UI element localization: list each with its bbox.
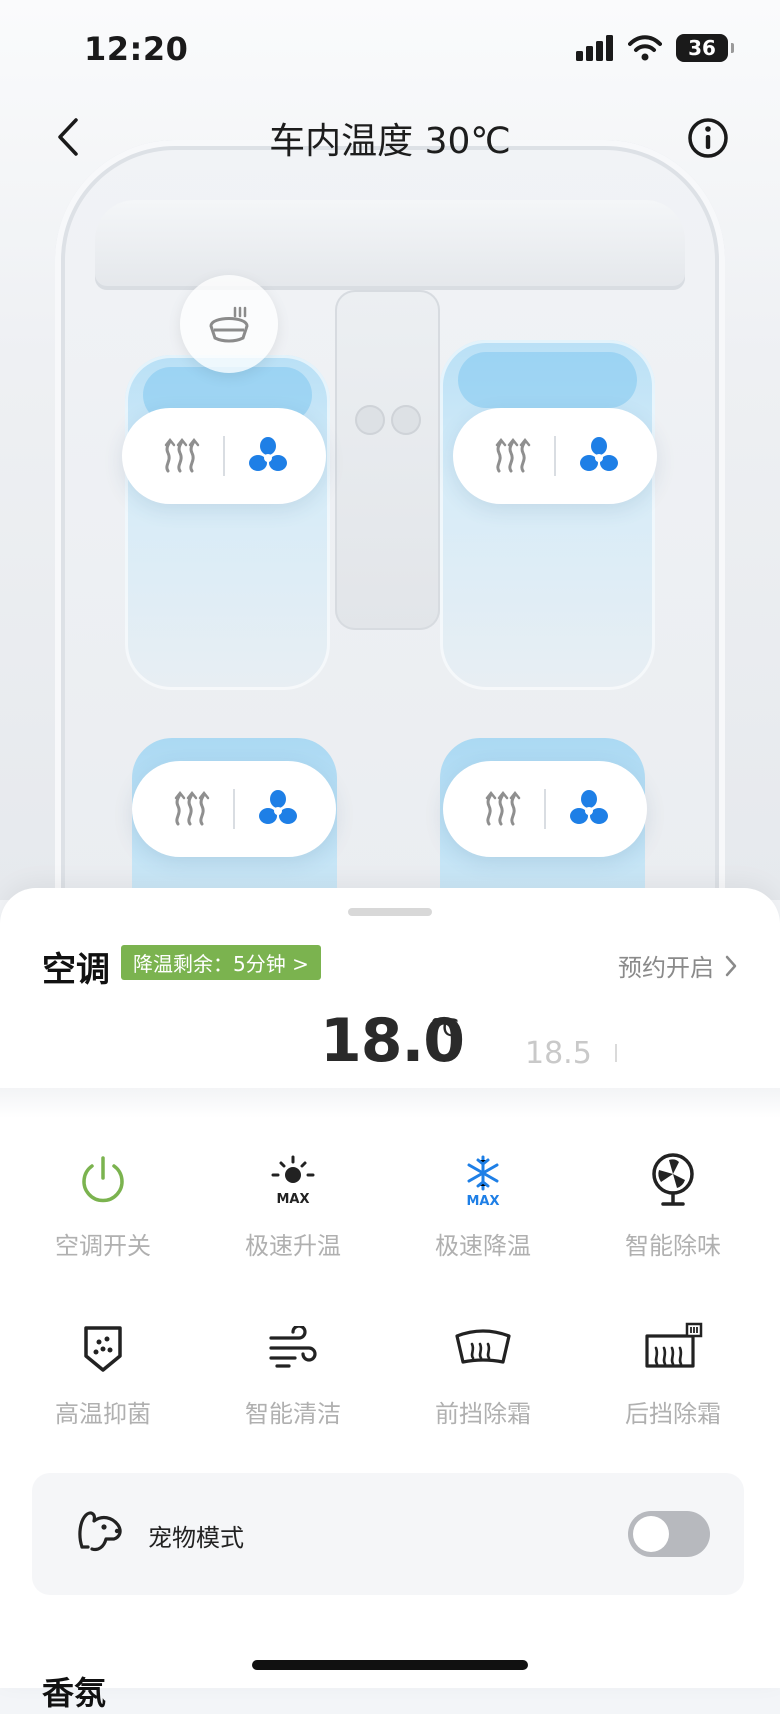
cooling-remaining-badge[interactable]: 降温剩余：5分钟 > <box>121 945 321 980</box>
smart-clean-button[interactable]: 智能清洁 <box>198 1318 388 1429</box>
steering-heat-icon <box>209 306 249 343</box>
seat-heat-icon <box>174 790 210 826</box>
rapid-heat-button[interactable]: MAX 极速升温 <box>198 1150 388 1261</box>
fan-icon <box>570 790 608 824</box>
fan-icon <box>259 790 297 824</box>
pet-mode-card: 宠物模式 <box>32 1473 744 1595</box>
status-time: 12:20 <box>84 30 189 68</box>
control-label: 前挡除霜 <box>435 1400 531 1428</box>
seat-ventilation-button[interactable] <box>225 408 311 504</box>
control-label: 后挡除霜 <box>625 1400 721 1428</box>
fan-deodorize-icon <box>652 1153 694 1206</box>
console-knob <box>391 405 421 435</box>
power-icon <box>82 1156 124 1203</box>
pet-mode-toggle[interactable] <box>628 1511 710 1557</box>
control-label: 智能清洁 <box>245 1400 341 1428</box>
control-label: 极速升温 <box>245 1232 341 1260</box>
shield-dots-icon <box>84 1326 122 1372</box>
climate-control-sheet: 空调 降温剩余：5分钟 > 预约开启 18.0 °C 18.5 空调开关 MAX… <box>0 888 780 1712</box>
ac-section-title: 空调 <box>42 950 110 990</box>
seat-ventilation-button[interactable] <box>556 408 642 504</box>
schedule-start-link[interactable]: 预约开启 <box>618 948 738 983</box>
front-defrost-button[interactable]: 前挡除霜 <box>388 1318 578 1429</box>
sun-max-icon: MAX <box>271 1155 315 1207</box>
info-button[interactable] <box>686 116 730 160</box>
svg-text:MAX: MAX <box>276 1192 309 1207</box>
rear-defrost-icon <box>645 1322 703 1368</box>
seat-heat-button[interactable] <box>458 761 544 857</box>
seat-heat-icon <box>485 790 521 826</box>
schedule-label: 预约开启 <box>618 954 714 982</box>
control-label: 空调开关 <box>55 1232 151 1260</box>
seat-ventilation-button[interactable] <box>235 761 321 857</box>
cooling-remaining-text: 降温剩余：5分钟 > <box>133 952 309 976</box>
seat-heat-button[interactable] <box>147 761 233 857</box>
next-temperature[interactable]: 18.5 <box>525 1036 592 1071</box>
ac-power-button[interactable]: 空调开关 <box>8 1150 198 1261</box>
seat-ventilation-button[interactable] <box>546 761 632 857</box>
wind-icon <box>269 1326 317 1368</box>
battery-level: 36 <box>688 36 716 60</box>
toggle-knob <box>633 1516 669 1552</box>
rear-left-seat-controls <box>132 761 336 857</box>
dog-icon <box>78 1511 122 1552</box>
fan-icon <box>580 437 618 471</box>
wifi-icon <box>628 35 662 61</box>
control-label: 极速降温 <box>435 1232 531 1260</box>
seat-heat-icon <box>164 437 200 473</box>
chevron-right-icon <box>725 955 737 976</box>
control-label: 高温抑菌 <box>55 1400 151 1428</box>
front-left-seat-controls <box>122 408 326 504</box>
control-label: 智能除味 <box>625 1232 721 1260</box>
cellular-signal-icon <box>576 35 613 61</box>
console-knob <box>355 405 385 435</box>
dashboard <box>95 200 685 290</box>
svg-text:MAX: MAX <box>466 1194 499 1207</box>
steering-wheel-heat-button[interactable] <box>180 275 278 373</box>
smart-deodorize-button[interactable]: 智能除味 <box>578 1150 768 1261</box>
fragrance-section-title: 香氛 <box>42 1674 107 1712</box>
pet-mode-label: 宠物模式 <box>148 1524 244 1552</box>
high-temp-sterilize-button[interactable]: 高温抑菌 <box>8 1318 198 1429</box>
center-console <box>335 290 440 630</box>
page-title: 车内温度 30℃ <box>269 121 511 162</box>
status-bar: 12:20 36 <box>0 0 780 100</box>
rear-right-seat-controls <box>443 761 647 857</box>
rapid-cool-button[interactable]: MAX 极速降温 <box>388 1150 578 1261</box>
sheet-grabber[interactable] <box>348 908 432 916</box>
battery-indicator: 36 <box>676 34 734 62</box>
picker-shadow <box>0 1088 780 1118</box>
front-right-seat <box>440 340 655 690</box>
rear-defrost-button[interactable]: 后挡除霜 <box>578 1318 768 1429</box>
home-indicator[interactable] <box>252 1660 528 1670</box>
fan-icon <box>249 437 287 471</box>
seat-heat-icon <box>495 437 531 473</box>
seat-heat-button[interactable] <box>137 408 223 504</box>
front-left-seat <box>125 355 330 690</box>
info-icon <box>688 118 728 158</box>
front-right-seat-controls <box>453 408 657 504</box>
snowflake-max-icon: MAX <box>466 1155 500 1207</box>
scale-tick <box>615 1044 617 1062</box>
seat-heat-button[interactable] <box>468 408 554 504</box>
front-defrost-icon <box>455 1329 511 1364</box>
temperature-unit: °C <box>430 1014 459 1042</box>
